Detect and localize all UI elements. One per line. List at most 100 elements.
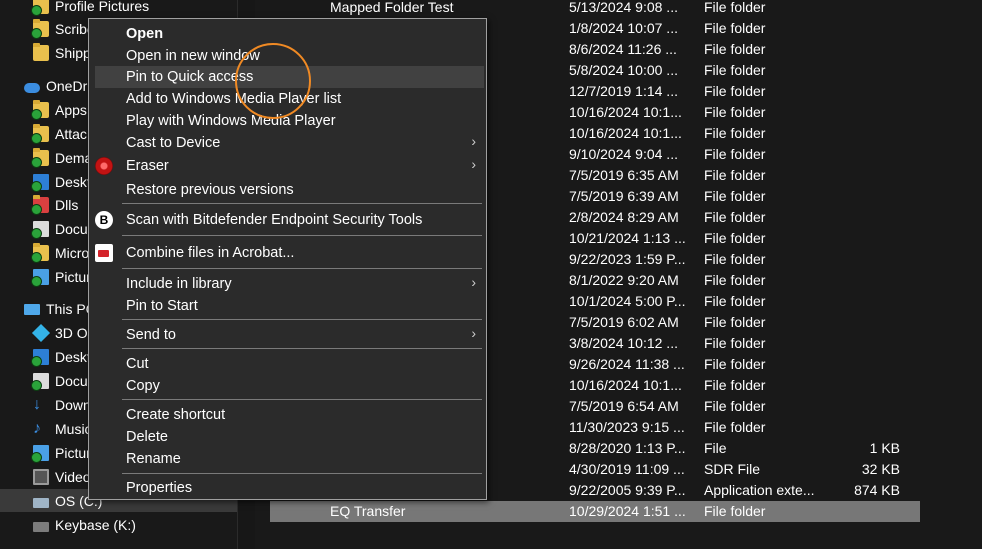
menu-item-cast-to-device[interactable]: Cast to Device › [95,132,484,154]
menu-item-eraser[interactable]: Eraser › [95,155,484,177]
nav-item-documents-onedrive[interactable]: Docu [31,217,88,240]
chevron-right-icon: › [471,133,476,149]
file-row[interactable]: EQ Transfer 10/29/2024 1:51 ... File folde… [270,501,920,522]
menu-item-scan-bitdefender[interactable]: B Scan with Bitdefender Endpoint Securit… [95,209,484,231]
file-name: Mapped Folder Test [330,0,454,15]
menu-item-include-library[interactable]: Include in library › [95,273,484,295]
menu-item-pin-start[interactable]: Pin to Start [95,295,484,317]
menu-item-create-shortcut[interactable]: Create shortcut [95,404,484,426]
nav-item-profile-pictures[interactable]: Profile Pictures [31,0,149,17]
nav-item-apps[interactable]: Apps [31,98,87,121]
file-date-modified: 10/16/2024 10:1... [569,377,682,393]
file-type: File folder [704,167,766,183]
file-date-modified: 12/7/2019 1:14 ... [569,83,678,99]
nav-item-label: Keybase (K:) [55,516,136,533]
nav-item-label: Micro [55,244,90,261]
menu-item-rename[interactable]: Rename [95,448,484,470]
file-date-modified: 8/28/2020 1:13 P... [569,440,686,456]
file-type: File folder [704,272,766,288]
nav-item-scribe[interactable]: Scribe [31,17,95,40]
pictures-synced-icon [31,268,49,287]
file-date-modified: 5/13/2024 9:08 ... [569,0,678,15]
file-type: File folder [704,146,766,162]
menu-item-send-to[interactable]: Send to › [95,324,484,346]
menu-item-open[interactable]: Open [95,23,484,45]
3d-objects-icon [31,323,51,342]
file-name: EQ Transfer [330,503,406,519]
file-date-modified: 7/5/2019 6:54 AM [569,398,679,414]
file-date-modified: 4/30/2019 11:09 ... [569,461,685,477]
nav-item-music[interactable]: ♪ Music [33,417,92,440]
file-date-modified: 8/1/2022 9:20 AM [569,272,679,288]
nav-item-label: Attac [55,125,87,142]
nav-item-demand[interactable]: Dema [31,146,92,169]
nav-item-label: Dlls [55,196,79,213]
menu-item-restore-previous[interactable]: Restore previous versions [95,179,484,201]
folder-red-icon [31,194,49,215]
nav-item-desktop-onedrive[interactable]: Deskt [31,170,91,193]
nav-item-label: Apps [55,101,87,118]
file-size: 874 KB [854,482,900,498]
downloads-icon: ↓ [33,395,41,413]
nav-item-videos[interactable]: Video [33,465,91,488]
file-date-modified: 9/22/2005 9:39 P... [569,482,686,498]
nav-item-pictures-onedrive[interactable]: Pictur [31,265,91,288]
file-date-modified: 3/8/2024 10:12 ... [569,335,678,351]
desktop-icon [31,348,49,367]
file-type: File folder [704,188,766,204]
nav-item-label: Deskt [55,348,91,365]
menu-item-delete[interactable]: Delete [95,426,484,448]
nav-item-attachments[interactable]: Attac [31,122,87,145]
folder-synced-icon [31,18,49,39]
nav-item-microsoft[interactable]: Micro [31,241,90,264]
click-indicator [235,43,311,119]
folder-synced-icon [31,123,49,144]
nav-item-shipping[interactable]: Shipp [33,41,91,64]
file-date-modified: 5/8/2024 10:00 ... [569,62,678,78]
nav-item-label: OneDr [46,77,88,94]
menu-item-copy[interactable]: Copy [95,375,484,397]
file-type: File folder [704,503,766,519]
nav-item-dlls[interactable]: Dlls [31,193,79,216]
file-type: File folder [704,251,766,267]
nav-item-label: Down [55,396,91,413]
file-row[interactable]: Mapped Folder Test 5/13/2024 9:08 ... File… [270,0,920,18]
nav-item-label: Pictur [55,268,91,285]
menu-item-cut[interactable]: Cut [95,353,484,375]
nav-item-documents[interactable]: Docu [31,369,88,392]
nav-item-onedrive[interactable]: OneDr [24,74,87,97]
file-type: File folder [704,314,766,330]
nav-item-label: Pictur [55,444,91,461]
file-date-modified: 10/29/2024 1:51 ... [569,503,686,519]
nav-item-label: 3D O [55,324,88,341]
eraser-icon [95,157,113,175]
menu-separator [122,348,482,349]
nav-item-keybase-k[interactable]: Keybase (K:) [33,513,136,536]
file-date-modified: 10/21/2024 1:13 ... [569,230,686,246]
documents-synced-icon [31,220,49,239]
file-date-modified: 1/8/2024 10:07 ... [569,20,678,36]
onedrive-cloud-icon [24,82,40,93]
this-pc-icon [24,304,40,315]
nav-item-label: Shipp [55,44,91,61]
file-type: File folder [704,230,766,246]
file-date-modified: 2/8/2024 8:29 AM [569,209,679,225]
file-type: File folder [704,104,766,120]
nav-item-desktop[interactable]: Deskt [31,345,91,368]
file-type: SDR File [704,461,761,477]
nav-item-downloads[interactable]: ↓ Down [33,393,91,416]
menu-separator [122,473,482,474]
nav-item-3d-objects[interactable]: 3D O [31,321,88,344]
menu-item-combine-acrobat[interactable]: Combine files in Acrobat... [95,242,484,264]
nav-item-label: Docu [55,372,88,389]
menu-item-properties[interactable]: Properties [95,477,484,499]
nav-item-label: Deskt [55,173,91,190]
nav-item-pictures[interactable]: Pictur [31,441,91,464]
menu-separator [122,203,482,204]
nav-item-this-pc[interactable]: This PC [24,297,96,320]
nav-item-label: Video [55,468,91,485]
file-type: File folder [704,41,766,57]
nav-item-label: Music [55,420,92,437]
videos-icon [33,468,49,485]
file-size: 1 KB [869,440,900,456]
